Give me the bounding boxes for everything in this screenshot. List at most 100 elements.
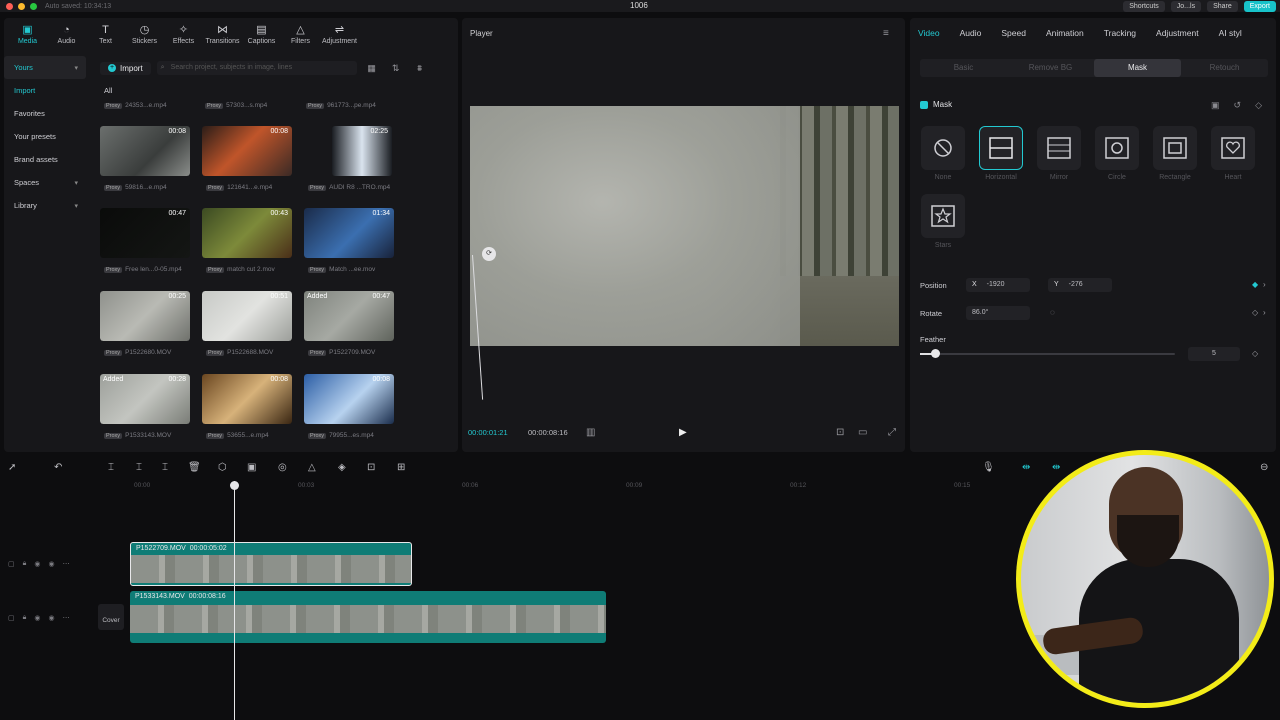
media-thumbnail[interactable]: 02:25 [304,126,394,176]
timeline-clip-overlay[interactable]: P1522709.MOV 00:00:05:02 [130,542,412,586]
user-menu[interactable]: Jo...ls [1170,0,1202,12]
delete-icon[interactable]: 🗑 [188,462,201,473]
mask-option-rectangle[interactable]: Rectangle [1152,126,1198,181]
all-filter-label[interactable]: All [104,86,112,95]
media-thumbnail[interactable]: 00:25 [100,291,190,341]
share-button[interactable]: Share [1207,0,1238,12]
shortcuts-button[interactable]: Shortcuts [1123,0,1165,12]
tool-transitions[interactable]: ⋈ Transitions [203,24,242,45]
filter-icon[interactable]: ⩩ [411,63,429,74]
sidebar-item-presets[interactable]: Your presets [4,125,86,148]
media-thumbnail[interactable]: 00:08 [304,374,394,424]
sidebar-item-yours[interactable]: Yours ▾ [4,56,86,79]
media-thumbnail[interactable]: 00:47 [100,208,190,258]
split-icon[interactable]: ⌶ [108,462,114,473]
sidebar-item-favorites[interactable]: Favorites [4,102,86,125]
media-thumbnail[interactable]: 00:28 Added [100,374,190,424]
play-button[interactable]: ▶ [679,427,687,438]
media-thumbnail[interactable]: 00:08 [202,374,292,424]
reset-icon[interactable]: ↺ [1234,100,1242,111]
ratio-icon[interactable]: ▭ [858,427,867,438]
select-tool-icon[interactable]: ➚ [8,462,16,473]
eye-icon[interactable]: ◉ [34,560,40,568]
menu-icon[interactable]: ≡ [883,28,889,39]
eye-icon[interactable]: ◉ [34,614,40,622]
mute-icon[interactable]: ◉ [48,614,54,622]
tool-effects[interactable]: ✧ Effects [164,24,203,45]
save-icon[interactable]: ▣ [1211,100,1220,111]
timeline-playhead[interactable] [230,481,239,720]
position-x-field[interactable]: X -1920 [966,278,1030,292]
crop-icon[interactable]: ⊡ [367,462,375,473]
media-thumbnail[interactable]: 01:34 [304,208,394,258]
media-thumbnail[interactable]: 00:08 [202,126,292,176]
minimize-window-button[interactable] [18,2,25,10]
grid-view-icon[interactable]: ▦ [363,63,381,74]
sidebar-item-library[interactable]: Library ▾ [4,194,86,217]
more-icon[interactable]: ⋯ [63,560,70,568]
mirror-icon[interactable]: △ [308,462,316,473]
tool-adjustment[interactable]: ⇌ Adjustment [320,24,359,45]
zoom-window-button[interactable] [30,2,37,10]
tab-animation[interactable]: Animation [1046,28,1084,38]
tab-ai-style[interactable]: AI styl [1219,28,1242,38]
import-button[interactable]: + Import [100,61,151,75]
feather-keyframe-icon[interactable]: ◇ [1252,349,1258,358]
screenshot-icon[interactable]: ⊡ [836,427,844,438]
rotate-icon[interactable]: ◈ [338,462,346,473]
sort-icon[interactable]: ⇅ [387,63,405,74]
fullscreen-icon[interactable]: ⤢ [888,427,896,438]
reverse-icon[interactable]: ◎ [278,462,287,473]
mask-option-none[interactable]: None [920,126,966,181]
tab-speed[interactable]: Speed [1001,28,1026,38]
close-window-button[interactable] [6,2,13,10]
slider-knob[interactable] [931,349,940,358]
media-thumbnail[interactable]: 00:51 [202,291,292,341]
media-thumbnail[interactable]: 00:43 [202,208,292,258]
mask-handle[interactable]: ⟳ [482,247,496,261]
sidebar-item-spaces[interactable]: Spaces ▾ [4,171,86,194]
mask-option-stars[interactable]: Stars [920,194,966,249]
video-preview[interactable] [470,106,899,346]
feather-slider[interactable] [920,349,1175,358]
lock-icon[interactable]: 🔒︎ [23,560,27,568]
export-button[interactable]: Export [1243,0,1276,12]
tool-media[interactable]: ▣ Media [8,24,47,45]
tool-text[interactable]: T Text [86,24,125,45]
rotate-field[interactable]: 86.0° [966,306,1030,320]
tool-stickers[interactable]: ◷ Stickers [125,24,164,45]
mask-option-mirror[interactable]: Mirror [1036,126,1082,181]
marker-icon[interactable]: ⬡ [218,462,227,473]
zoom-fit-icon[interactable]: ⊖ [1260,462,1268,473]
cover-button[interactable]: Cover [98,604,124,630]
position-keyframe-icon[interactable]: ◆ [1252,280,1258,289]
tab-video[interactable]: Video [918,28,940,38]
keyframe-icon[interactable]: ◇ [1255,100,1262,111]
media-search-input[interactable]: Search project, subjects in image, lines [156,61,357,75]
subtab-retouch[interactable]: Retouch [1181,59,1268,77]
snap-icon[interactable]: ⇹ [1052,462,1060,473]
tool-audio[interactable]: ◔ Audio [47,24,86,45]
chevron-right-icon[interactable]: › [1263,308,1266,317]
undo-icon[interactable]: ↶ [54,462,62,473]
position-y-field[interactable]: Y -276 [1048,278,1112,292]
split-left-icon[interactable]: ⌶ [136,462,142,473]
timeline-clip-main[interactable]: P1533143.MOV 00:00:08:16 [130,591,606,643]
ai-tool-icon[interactable]: ⊞ [397,462,405,473]
sidebar-item-brand-assets[interactable]: Brand assets [4,148,86,171]
mask-checkbox[interactable] [920,100,928,109]
link-icon[interactable]: ⇹ [1022,462,1030,473]
media-thumbnail[interactable]: 00:08 [100,126,190,176]
freeze-icon[interactable]: ▣ [247,462,256,473]
mask-option-circle[interactable]: Circle [1094,126,1140,181]
lock-icon[interactable]: 🔒︎ [23,614,27,622]
subtab-mask[interactable]: Mask [1094,59,1181,77]
split-right-icon[interactable]: ⌶ [162,462,168,473]
tool-filters[interactable]: △ Filters [281,24,320,45]
media-thumbnail[interactable]: 00:47 Added [304,291,394,341]
tab-tracking[interactable]: Tracking [1104,28,1136,38]
subtab-basic[interactable]: Basic [920,59,1007,77]
tab-adjustment[interactable]: Adjustment [1156,28,1199,38]
mask-option-heart[interactable]: Heart [1210,126,1256,181]
tab-audio[interactable]: Audio [960,28,982,38]
